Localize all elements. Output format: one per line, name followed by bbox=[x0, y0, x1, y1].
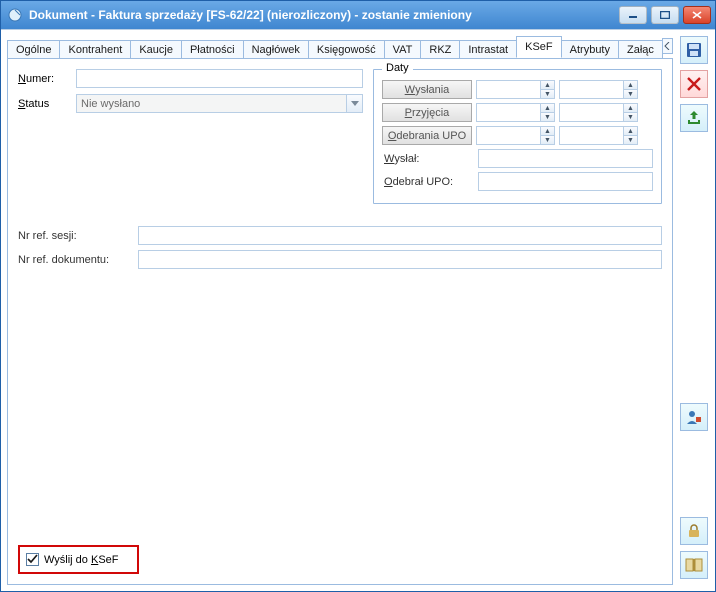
daty-group-title: Daty bbox=[382, 62, 413, 74]
ref-sesji-input[interactable] bbox=[138, 226, 662, 245]
tab-kaucje[interactable]: Kaucje bbox=[130, 40, 182, 59]
tabstrip: Ogólne Kontrahent Kaucje Płatności Nagłó… bbox=[7, 36, 673, 59]
ref-dokumentu-input[interactable] bbox=[138, 250, 662, 269]
odebrania-date-up[interactable]: ▲ bbox=[541, 127, 554, 135]
odebrania-date[interactable] bbox=[476, 126, 540, 145]
odebrania-time-down[interactable]: ▼ bbox=[624, 135, 637, 144]
odebrania-date-down[interactable]: ▼ bbox=[541, 135, 554, 144]
tab-ogolne[interactable]: Ogólne bbox=[7, 40, 60, 59]
send-ksef-highlight: Wyślij do KSeF bbox=[18, 545, 139, 574]
status-combo[interactable] bbox=[76, 94, 346, 113]
ref-dokumentu-label: Nr ref. dokumentu: bbox=[18, 254, 138, 266]
wyslania-date[interactable] bbox=[476, 80, 540, 99]
user-button[interactable] bbox=[680, 403, 708, 431]
wyslal-input[interactable] bbox=[478, 149, 653, 168]
daty-group: Daty Wysłania ▲▼ ▲▼ Przyjęcia ▲▼ ▲▼ bbox=[373, 69, 662, 204]
app-icon bbox=[7, 7, 23, 23]
tab-platnosci[interactable]: Płatności bbox=[181, 40, 244, 59]
wyslania-date-down[interactable]: ▼ bbox=[541, 89, 554, 98]
tab-vat[interactable]: VAT bbox=[384, 40, 422, 59]
tab-scroll-left[interactable] bbox=[662, 38, 673, 54]
przyjecia-date-up[interactable]: ▲ bbox=[541, 104, 554, 112]
delete-button[interactable] bbox=[680, 70, 708, 98]
wyslania-time-down[interactable]: ▼ bbox=[624, 89, 637, 98]
book-button[interactable] bbox=[680, 551, 708, 579]
tab-zalaczniki[interactable]: Załąc bbox=[618, 40, 663, 59]
save-button[interactable] bbox=[680, 36, 708, 64]
export-button[interactable] bbox=[680, 104, 708, 132]
wyslania-date-up[interactable]: ▲ bbox=[541, 81, 554, 89]
wyslania-time[interactable] bbox=[559, 80, 623, 99]
tab-ksiegowosc[interactable]: Księgowość bbox=[308, 40, 385, 59]
numer-label: Numer: bbox=[18, 73, 76, 85]
przyjecia-date[interactable] bbox=[476, 103, 540, 122]
wyslania-button[interactable]: Wysłania bbox=[382, 80, 472, 99]
status-combo-dropdown[interactable] bbox=[346, 94, 363, 113]
window-frame: Dokument - Faktura sprzedaży [FS-62/22] … bbox=[0, 0, 716, 592]
odebrania-time-up[interactable]: ▲ bbox=[624, 127, 637, 135]
window-title: Dokument - Faktura sprzedaży [FS-62/22] … bbox=[29, 8, 619, 22]
tab-naglowek[interactable]: Nagłówek bbox=[243, 40, 309, 59]
ref-sesji-label: Nr ref. sesji: bbox=[18, 230, 138, 242]
minimize-button[interactable] bbox=[619, 6, 647, 24]
tab-atrybuty[interactable]: Atrybuty bbox=[561, 40, 619, 59]
przyjecia-time-down[interactable]: ▼ bbox=[624, 112, 637, 121]
send-ksef-label: Wyślij do KSeF bbox=[44, 554, 119, 566]
przyjecia-date-down[interactable]: ▼ bbox=[541, 112, 554, 121]
odebral-upo-input[interactable] bbox=[478, 172, 653, 191]
tab-kontrahent[interactable]: Kontrahent bbox=[59, 40, 131, 59]
send-ksef-checkbox[interactable] bbox=[26, 553, 39, 566]
tab-rkz[interactable]: RKZ bbox=[420, 40, 460, 59]
wyslal-label: Wysłał: bbox=[382, 149, 474, 168]
side-toolbar bbox=[677, 36, 711, 585]
numer-input[interactable] bbox=[76, 69, 363, 88]
titlebar: Dokument - Faktura sprzedaży [FS-62/22] … bbox=[1, 1, 715, 29]
przyjecia-time[interactable] bbox=[559, 103, 623, 122]
lock-button[interactable] bbox=[680, 517, 708, 545]
odebral-upo-label: Odebrał UPO: bbox=[382, 172, 474, 191]
tab-intrastat[interactable]: Intrastat bbox=[459, 40, 517, 59]
przyjecia-time-up[interactable]: ▲ bbox=[624, 104, 637, 112]
odebrania-upo-button[interactable]: Odebrania UPO bbox=[382, 126, 472, 145]
tab-ksef[interactable]: KSeF bbox=[516, 36, 562, 58]
przyjecia-button[interactable]: Przyjęcia bbox=[382, 103, 472, 122]
tabpage-ksef: Numer: Status bbox=[7, 59, 673, 585]
odebrania-time[interactable] bbox=[559, 126, 623, 145]
maximize-button[interactable] bbox=[651, 6, 679, 24]
close-button[interactable] bbox=[683, 6, 711, 24]
wyslania-time-up[interactable]: ▲ bbox=[624, 81, 637, 89]
status-label: Status bbox=[18, 98, 76, 110]
